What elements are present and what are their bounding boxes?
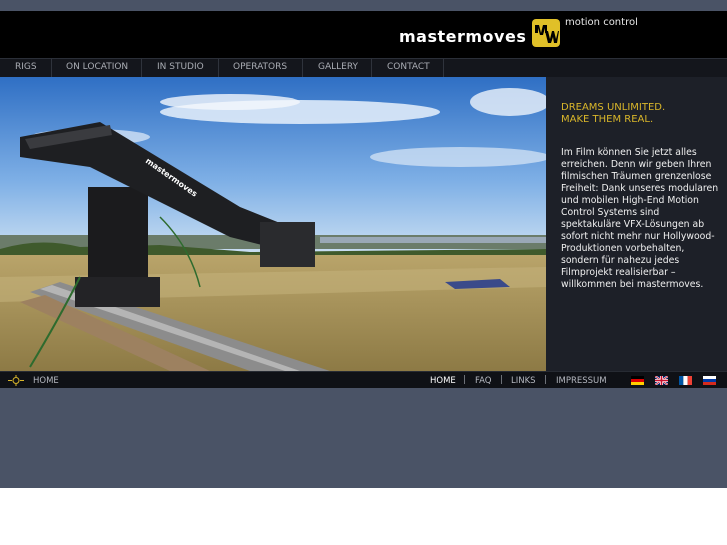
hero-image: mastermoves [0,77,546,371]
nav-divider [371,59,372,77]
footer-link-home[interactable]: HOME [430,376,456,386]
footer-link-faq[interactable]: FAQ [475,376,491,386]
bottom-band [0,388,727,488]
headline-line-1: DREAMS UNLIMITED. [561,102,666,113]
top-band [0,0,727,11]
footer-home-link-left[interactable]: HOME [33,376,59,386]
nav-item-operators[interactable]: OPERATORS [233,62,287,72]
footer-link-impressum[interactable]: IMPRESSUM [556,376,607,386]
nav-divider [141,59,142,77]
crosshair-home-icon[interactable] [8,375,24,386]
flag-fr-icon[interactable] [679,376,692,385]
flag-uk-icon[interactable] [655,376,668,385]
headline-line-2: MAKE THEM REAL. [561,114,654,125]
site-header: mastermoves motion control [0,11,727,58]
nav-item-on-location[interactable]: ON LOCATION [66,62,128,72]
nav-item-contact[interactable]: CONTACT [387,62,430,72]
nav-item-in-studio[interactable]: IN STUDIO [157,62,204,72]
nav-divider [302,59,303,77]
nav-item-gallery[interactable]: GALLERY [318,62,358,72]
main-nav: RIGS ON LOCATION IN STUDIO OPERATORS GAL… [0,58,727,78]
motion-control-rig-photo: mastermoves [0,77,546,371]
brand-logo-text[interactable]: mastermoves [399,27,526,46]
flag-ru-icon[interactable] [703,376,716,385]
nav-divider [443,59,444,77]
nav-divider [51,59,52,77]
footer-separator: | [544,375,548,385]
footer-link-links[interactable]: LINKS [511,376,536,386]
mastermoves-logo-icon[interactable] [532,19,560,47]
nav-divider [218,59,219,77]
intro-panel: DREAMS UNLIMITED. MAKE THEM REAL. Im Fil… [546,77,727,371]
footer-bar: HOME HOME | FAQ | LINKS | IMPRESSUM [0,371,727,389]
brand-tagline: motion control [565,17,638,28]
nav-item-rigs[interactable]: RIGS [15,62,37,72]
intro-body-text: Im Film können Sie jetzt alles erreichen… [561,147,719,290]
intro-headline: DREAMS UNLIMITED. MAKE THEM REAL. [561,102,721,126]
footer-separator: | [500,375,504,385]
footer-separator: | [463,375,467,385]
flag-de-icon[interactable] [631,376,644,385]
